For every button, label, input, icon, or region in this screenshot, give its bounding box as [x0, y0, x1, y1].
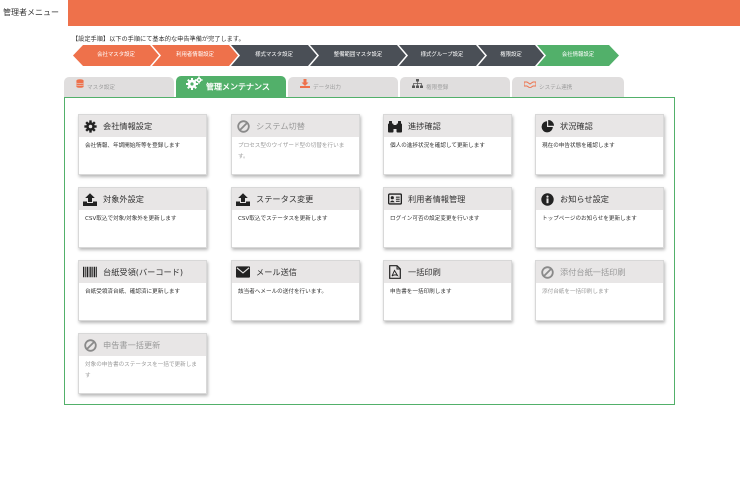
card-description: 個人の進捗状況を確認して更新します	[390, 143, 485, 149]
card-description: 対象の申告書のステータスを一括で更新します	[85, 362, 197, 379]
card-description: 添付台紙を一括印刷します	[542, 289, 610, 295]
tab-admin-maintenance[interactable]: 管理メンテナンス	[176, 76, 286, 98]
card-description: 現在の申告状態を確認します	[542, 143, 615, 149]
card-title: システム切替	[256, 121, 305, 131]
upload-icon	[236, 192, 250, 206]
card-title: お知らせ設定	[560, 194, 609, 204]
card-description: トップページのお知らせを更新します	[542, 216, 637, 222]
card-company-settings[interactable]: 会社情報設定 会社情報、年調開始所等を登録します	[78, 114, 207, 175]
id-card-icon	[388, 192, 402, 206]
card-notice-settings[interactable]: お知らせ設定 トップページのお知らせを更新します	[535, 187, 664, 248]
card-system-switch[interactable]: システム切替 プロセス型のウイザード型の切替を行います。	[231, 114, 360, 175]
card-description: CSV取込でステータスを更新します	[238, 216, 328, 222]
envelope-icon	[236, 265, 250, 279]
ban-icon	[236, 119, 250, 133]
tab-label: データ出力	[313, 85, 341, 91]
info-icon	[540, 192, 554, 206]
card-description: 申告書を一括印刷します	[390, 289, 452, 295]
tab-label: システム連携	[539, 85, 573, 91]
card-description: CSV取込で対象/対象外を更新します	[85, 216, 177, 222]
database-icon	[76, 77, 84, 98]
upload-icon	[83, 192, 97, 206]
card-title: 会社情報設定	[103, 121, 153, 131]
card-title: 対象外設定	[103, 194, 144, 204]
card-user-management[interactable]: 利用者情報管理 ログイン可否の設定変更を行います	[383, 187, 512, 248]
barcode-icon	[83, 265, 97, 279]
pie-chart-icon	[540, 119, 554, 133]
org-chart-icon	[412, 77, 423, 98]
download-icon	[300, 77, 310, 98]
gears-icon	[186, 76, 203, 98]
ban-icon	[540, 265, 554, 279]
card-barcode-receipt[interactable]: 台紙受領(バーコード) 台紙受領済台紙、確認済に更新します	[78, 260, 207, 321]
card-title: 台紙受領(バーコード)	[103, 267, 184, 277]
card-title: 利用者情報管理	[408, 194, 466, 204]
card-description: ログイン可否の設定変更を行います	[390, 216, 480, 222]
app-title: 管理者メニュー	[0, 0, 68, 26]
card-description: 会社情報、年調開始所等を登録します	[85, 143, 181, 149]
gear-icon	[83, 119, 97, 133]
card-declaration-bulk-update[interactable]: 申告書一括更新 対象の申告書のステータスを一括で更新します	[78, 333, 207, 394]
card-mail-send[interactable]: メール送信 該当者へメールの送付を行います。	[231, 260, 360, 321]
step-permission[interactable]: 権限設定	[478, 45, 544, 66]
tab-permission-registration[interactable]: 権限登録	[400, 77, 510, 98]
header-accent-bar	[68, 0, 740, 26]
setup-steps: 会社マスタ設定 利用者情報設定 様式マスタ設定 整備範囲マスタ設定 様式グループ…	[73, 45, 619, 66]
setup-notice: 【設定手順】以下の手順にて基本的な申告準備が完了します。	[72, 36, 245, 43]
tab-label: 権限登録	[426, 85, 449, 91]
card-title: ステータス変更	[256, 194, 314, 204]
card-exclusion-settings[interactable]: 対象外設定 CSV取込で対象/対象外を更新します	[78, 187, 207, 248]
maintenance-panel: 会社情報設定 会社情報、年調開始所等を登録します システム切替 プロセス型のウイ…	[64, 97, 675, 405]
tab-master-settings[interactable]: マスタ設定	[64, 77, 174, 98]
tab-data-export[interactable]: データ出力	[288, 77, 398, 98]
handshake-icon	[523, 77, 537, 98]
card-description: 台紙受領済台紙、確認済に更新します	[85, 289, 181, 295]
tab-label: 管理メンテナンス	[206, 82, 270, 92]
card-description: 該当者へメールの送付を行います。	[238, 289, 327, 295]
card-title: 申告書一括更新	[103, 340, 161, 350]
card-title: 一括印刷	[408, 267, 441, 277]
card-status-check[interactable]: 状況確認 現在の申告状態を確認します	[535, 114, 664, 175]
card-title: メール送信	[256, 267, 297, 277]
tab-system-integration[interactable]: システム連携	[512, 77, 624, 98]
card-title: 添付台紙一括印刷	[560, 267, 626, 277]
step-form-group[interactable]: 様式グループ設定	[399, 45, 485, 66]
step-scope-master[interactable]: 整備範囲マスタ設定	[310, 45, 406, 66]
card-attachment-bulk-print[interactable]: 添付台紙一括印刷 添付台紙を一括印刷します	[535, 260, 664, 321]
ban-icon	[83, 338, 97, 352]
card-description: プロセス型のウイザード型の切替を行います。	[238, 143, 345, 160]
app-header: 管理者メニュー	[0, 0, 740, 26]
card-bulk-print[interactable]: 一括印刷 申告書を一括印刷します	[383, 260, 512, 321]
step-company-info[interactable]: 会社情報設定	[537, 45, 619, 66]
card-status-change[interactable]: ステータス変更 CSV取込でステータスを更新します	[231, 187, 360, 248]
tab-label: マスタ設定	[87, 85, 115, 91]
tab-bar: マスタ設定 管理メンテナンス データ出力 権限登録 システム連携	[64, 76, 624, 98]
card-progress-check[interactable]: 進捗確認 個人の進捗状況を確認して更新します	[383, 114, 512, 175]
card-title: 状況確認	[560, 121, 593, 131]
step-company-master[interactable]: 会社マスタ設定	[73, 45, 159, 66]
step-form-master[interactable]: 様式マスタ設定	[231, 45, 317, 66]
pdf-icon	[388, 265, 402, 279]
binoculars-icon	[388, 119, 402, 133]
card-title: 進捗確認	[408, 121, 441, 131]
step-user-info[interactable]: 利用者情報設定	[152, 45, 238, 66]
